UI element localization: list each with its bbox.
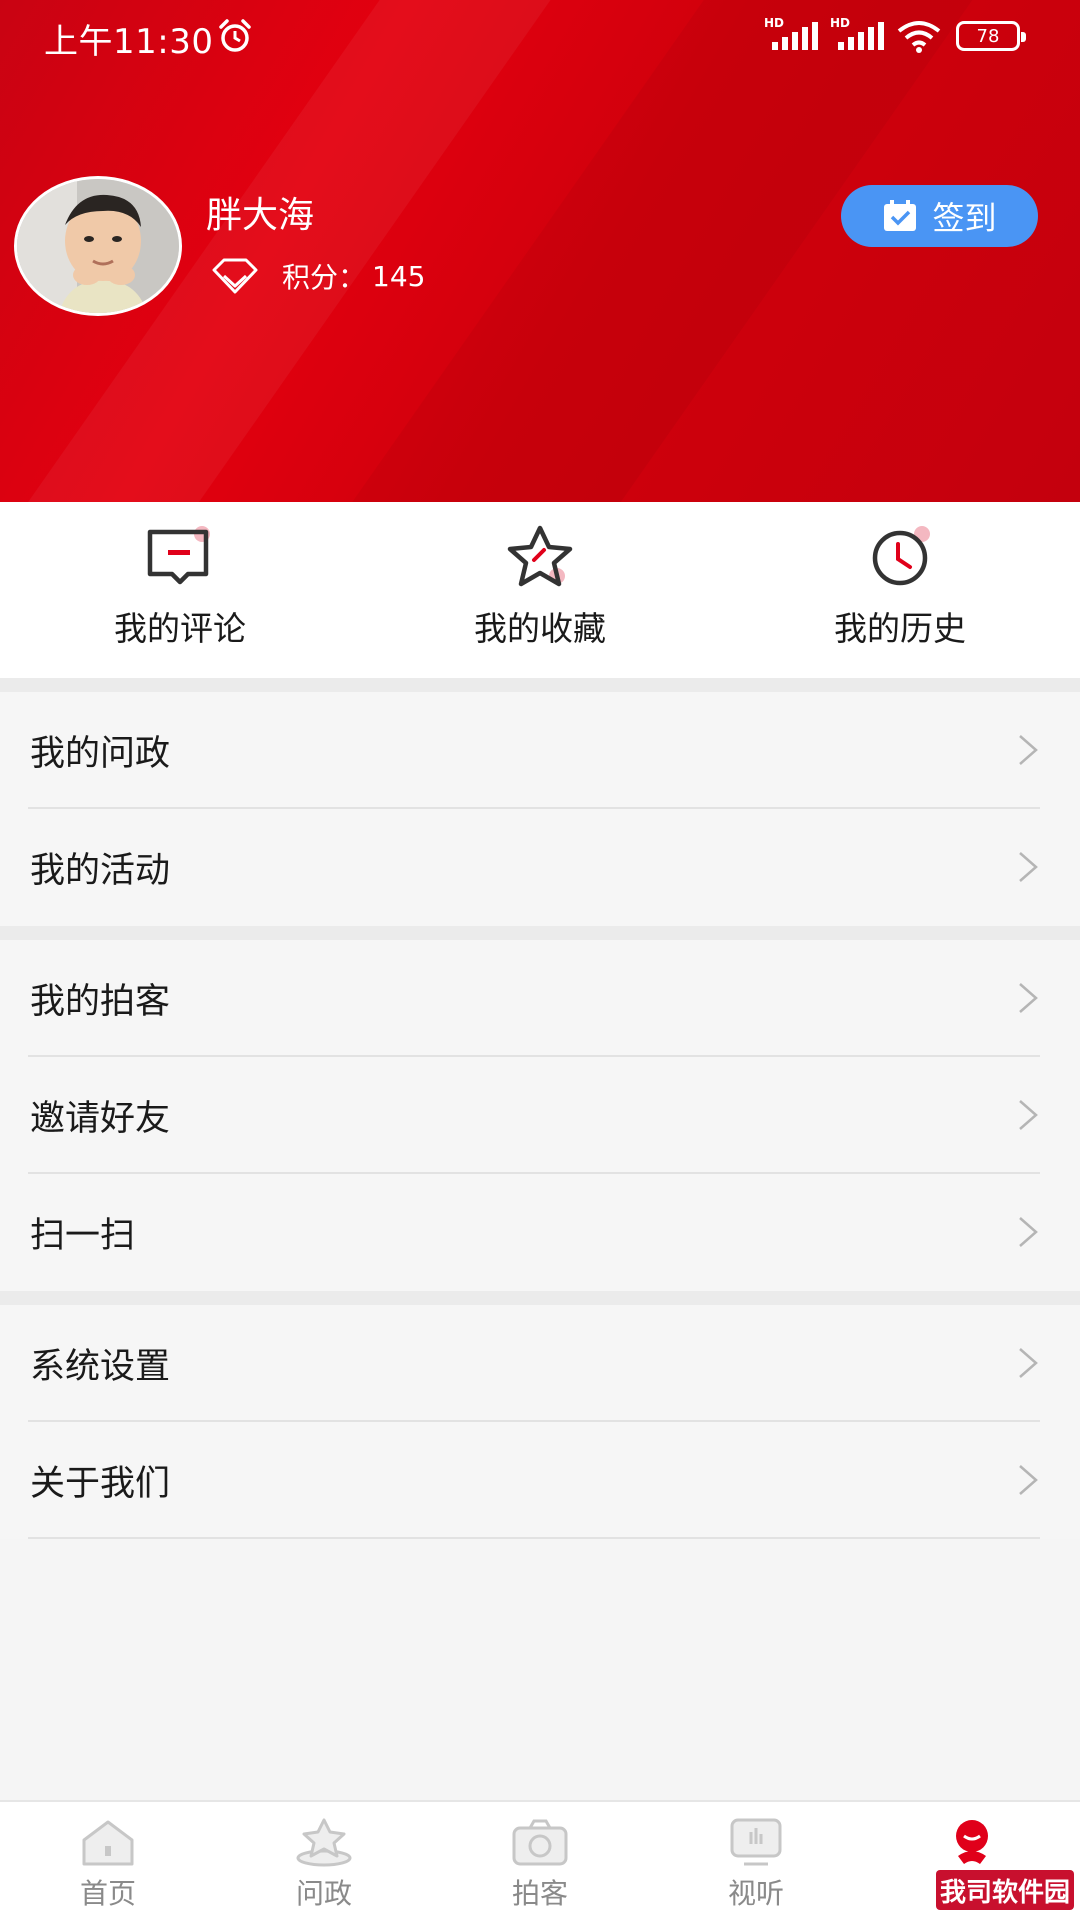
menu-item-my-politics[interactable]: 我的问政	[0, 692, 1080, 809]
mine-icon	[956, 1820, 988, 1864]
bottom-nav: 首页 问政 拍客 视听 我的	[0, 1800, 1080, 1920]
chevron-right-icon	[1019, 1465, 1038, 1495]
username: 胖大海	[206, 195, 315, 236]
status-bar: 上午11:30 HD HD 78	[0, 0, 1080, 70]
menu-item-settings[interactable]: 系统设置	[0, 1305, 1080, 1422]
calendar-check-icon	[884, 200, 917, 231]
signin-button[interactable]: 签到	[841, 185, 1038, 247]
watermark: 我司软件园	[936, 1870, 1074, 1910]
battery-indicator: 78	[956, 21, 1026, 51]
star-icon	[507, 525, 573, 587]
section-gap	[0, 926, 1080, 940]
points-value: 145	[372, 259, 426, 293]
quick-action-label: 我的历史	[834, 609, 966, 648]
my-favorites-button[interactable]: 我的收藏	[360, 502, 720, 678]
quick-actions: 我的评论 我的收藏 我的历史	[0, 502, 1080, 678]
chevron-right-icon	[1019, 852, 1038, 882]
diamond-icon	[212, 258, 258, 294]
nav-media[interactable]: 视听	[648, 1802, 864, 1920]
section-gap	[0, 1291, 1080, 1305]
chevron-right-icon	[1019, 1100, 1038, 1130]
avatar[interactable]	[14, 176, 182, 316]
chevron-right-icon	[1019, 1217, 1038, 1247]
politics-icon	[296, 1818, 352, 1867]
clock-icon	[872, 526, 930, 586]
menu-item-scan[interactable]: 扫一扫	[0, 1174, 1080, 1291]
section-gap	[0, 678, 1080, 692]
nav-paike[interactable]: 拍客	[432, 1802, 648, 1920]
menu-item-my-activities[interactable]: 我的活动	[0, 809, 1080, 926]
chevron-right-icon	[1019, 983, 1038, 1013]
signal-icon: HD	[830, 16, 884, 54]
points-label: 积分：	[282, 261, 367, 294]
camera-icon	[512, 1819, 568, 1866]
nav-politics[interactable]: 问政	[216, 1802, 432, 1920]
alarm-icon	[219, 19, 251, 52]
comment-icon	[147, 526, 210, 585]
my-comments-button[interactable]: 我的评论	[0, 502, 360, 678]
status-time: 上午11:30	[44, 22, 214, 62]
menu-item-about-us[interactable]: 关于我们	[0, 1422, 1080, 1539]
quick-action-label: 我的收藏	[474, 609, 606, 648]
menu-group: 我的拍客 邀请好友 扫一扫	[0, 940, 1080, 1291]
wifi-icon	[897, 21, 941, 53]
nav-home[interactable]: 首页	[0, 1802, 216, 1920]
menu-group: 系统设置 关于我们	[0, 1305, 1080, 1539]
chevron-right-icon	[1019, 735, 1038, 765]
tv-icon	[730, 1818, 782, 1866]
menu-item-invite-friends[interactable]: 邀请好友	[0, 1057, 1080, 1174]
chevron-right-icon	[1019, 1348, 1038, 1378]
quick-action-label: 我的评论	[114, 609, 246, 648]
profile-header: 上午11:30 HD HD 78 胖大海 积分： 145 签到	[0, 0, 1080, 502]
divider	[28, 1537, 1040, 1539]
points-row: 积分： 145	[210, 256, 425, 296]
menu-group: 我的问政 我的活动	[0, 692, 1080, 926]
signal-icon: HD	[764, 16, 818, 54]
my-history-button[interactable]: 我的历史	[720, 502, 1080, 678]
signin-label: 签到	[932, 199, 997, 237]
menu-item-my-paike[interactable]: 我的拍客	[0, 940, 1080, 1057]
home-icon	[82, 1820, 134, 1866]
